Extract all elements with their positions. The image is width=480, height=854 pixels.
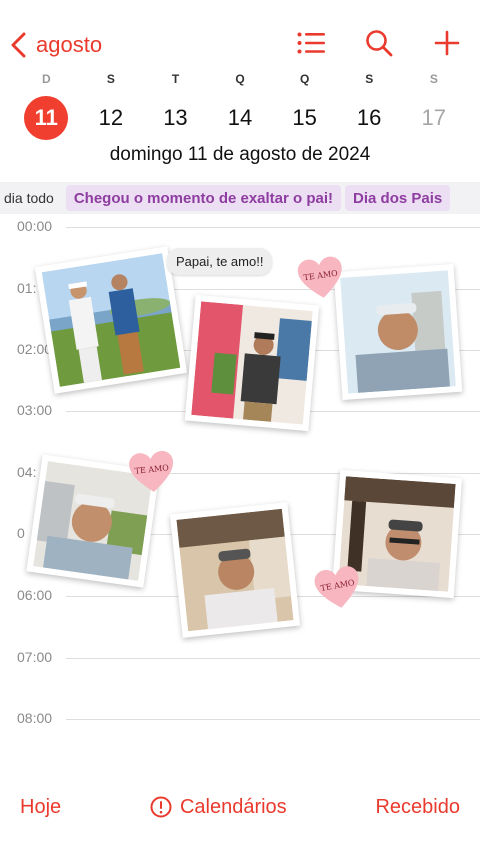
back-button[interactable]: agosto	[10, 28, 102, 62]
hour-label: 06:00	[17, 587, 53, 603]
heart-sticker: TE AMO	[294, 253, 348, 303]
collage-photo	[34, 246, 188, 394]
day-cell[interactable]: 17	[401, 94, 466, 142]
day-cell[interactable]: 13	[143, 94, 208, 142]
hour-row: 07:00	[0, 649, 480, 665]
date-title: domingo 11 de agosto de 2024	[109, 144, 371, 165]
weekday-label: T	[171, 72, 180, 86]
caption-bubble: Papai, te amo!!	[167, 248, 273, 275]
day-cell[interactable]: 16	[337, 94, 402, 142]
week-days: 11 12 13 14 15 16 17	[14, 94, 466, 142]
list-icon[interactable]	[296, 26, 326, 60]
search-icon[interactable]	[364, 26, 394, 60]
all-day-label: dia todo	[4, 190, 54, 206]
hour-line	[66, 719, 480, 720]
weekday-label: S	[106, 72, 115, 86]
hour-label: 0	[17, 525, 25, 541]
hour-row: 00:00	[0, 218, 480, 234]
all-day-event[interactable]: Dia dos Pais	[345, 185, 451, 211]
hour-row: 08:00	[0, 710, 480, 726]
plus-icon[interactable]	[432, 26, 462, 60]
all-day-event[interactable]: Chegou o momento de exaltar o pai!	[65, 185, 342, 211]
hour-label: 04:	[17, 464, 37, 480]
calendars-button[interactable]: Calendários	[150, 796, 287, 819]
hour-label: 07:00	[17, 649, 53, 665]
day-selected[interactable]: 11	[14, 94, 79, 142]
hour-label: 03:00	[17, 402, 53, 418]
day-cell[interactable]: 14	[208, 94, 273, 142]
collage-photo	[169, 502, 301, 638]
heart-sticker: TE AMO	[311, 562, 366, 614]
alert-circle-icon	[150, 796, 172, 818]
collage-photo	[184, 294, 320, 432]
inbox-button[interactable]: Recebido	[375, 796, 460, 819]
today-button[interactable]: Hoje	[20, 796, 61, 819]
hour-label: 00:00	[17, 218, 53, 234]
weekday-label: S	[429, 72, 438, 86]
all-day-row: dia todo Chegou o momento de exaltar o p…	[0, 182, 480, 214]
weekday-label: Q	[300, 72, 310, 86]
calendars-label: Calendários	[179, 795, 287, 818]
hour-line	[66, 227, 480, 228]
chevron-left-icon	[11, 32, 26, 58]
weekday-label: D	[41, 72, 51, 86]
heart-sticker: TE AMO	[126, 448, 178, 497]
nav-actions	[296, 26, 462, 60]
weekday-label: S	[365, 72, 374, 86]
hour-line	[66, 658, 480, 659]
back-label: agosto	[36, 32, 103, 57]
hour-label: 01:	[17, 280, 37, 296]
weekday-header: D S T Q Q S S	[0, 72, 480, 86]
day-cell[interactable]: 12	[79, 94, 144, 142]
day-cell[interactable]: 15	[272, 94, 337, 142]
bottom-toolbar: Hoje Calendários Recebido	[0, 776, 480, 838]
collage-photo	[333, 263, 463, 401]
weekday-label: Q	[235, 72, 245, 86]
hour-label: 08:00	[17, 710, 53, 726]
